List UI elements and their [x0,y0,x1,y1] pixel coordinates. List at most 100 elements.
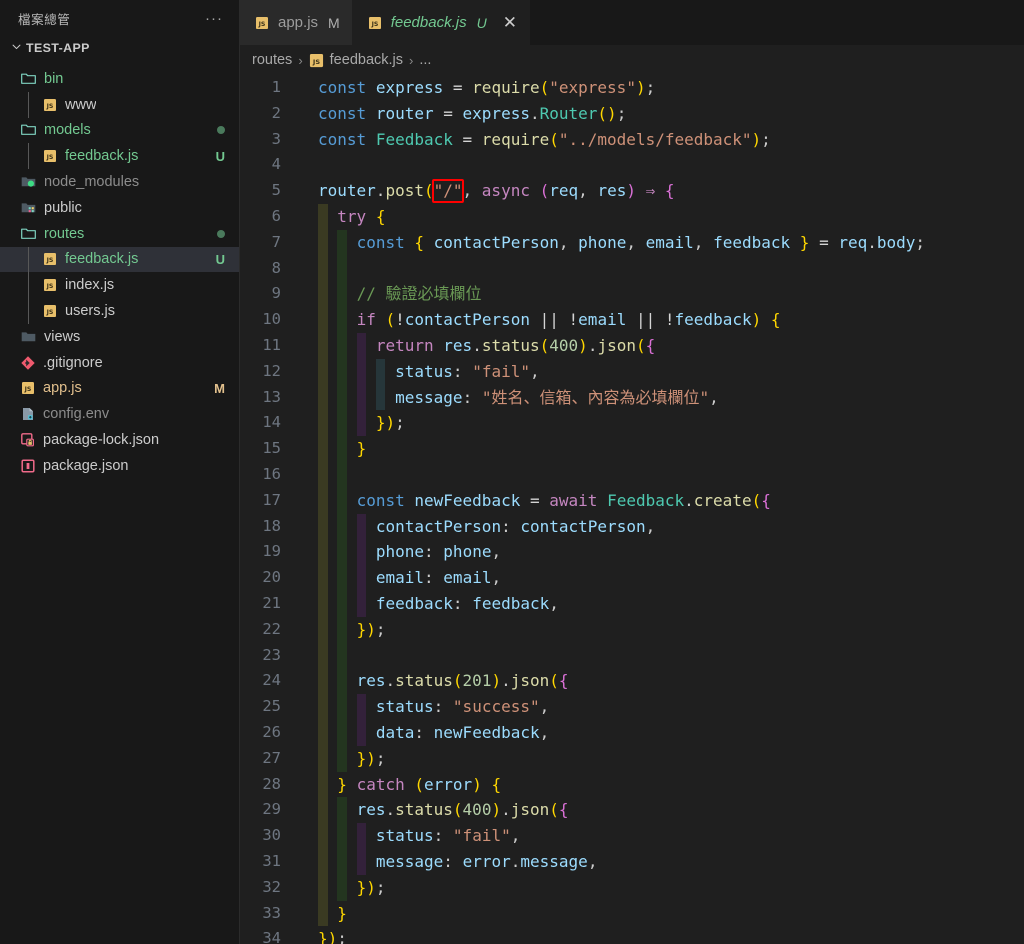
code-line[interactable]: 14 }); [240,410,1024,437]
tree-item-feedback-js[interactable]: JS feedback.js U [0,246,239,273]
breadcrumb-file[interactable]: feedback.js [330,52,403,68]
code-lines: 1 const express = require("express"); 2 con… [240,75,1024,944]
code-line[interactable]: 6 try { [240,203,1024,230]
code-line[interactable]: 19 phone: phone, [240,539,1024,566]
tree-item-node-modules[interactable]: node_modules [0,169,239,195]
chevron-down-icon[interactable] [8,41,24,55]
tree-item-label: views [44,328,81,345]
editor-tab-feedback-js[interactable]: JS feedback.js U ✕ [352,0,530,45]
code-line[interactable]: 20 email: email, [240,565,1024,591]
breadcrumb-tail[interactable]: ... [419,52,431,68]
tree-item-users-js[interactable]: JS users.js [0,298,239,324]
code-editor[interactable]: 1 const express = require("express"); 2 con… [240,75,1024,944]
editor-tab-bar: JS app.js M JS feedback.js U ✕ [240,0,1024,45]
line-content: } [302,900,1024,927]
code-line[interactable]: 7 const { contactPerson, phone, email, f… [240,229,1024,256]
code-line[interactable]: 1 const express = require("express"); [240,75,1024,101]
line-content: }); [302,410,1024,437]
tree-item-bin[interactable]: bin [0,66,239,92]
line-number: 2 [271,103,281,122]
tree-item-package-json[interactable]: package.json [0,453,239,479]
line-number: 9 [271,284,281,303]
code-line[interactable]: 29 res.status(400).json({ [240,797,1024,824]
tree-item-feedback-js[interactable]: JS feedback.js U [0,143,239,170]
code-line[interactable]: 26 data: newFeedback, [240,719,1024,746]
code-line[interactable]: 11 return res.status(400).json({ [240,332,1024,359]
code-line[interactable]: 31 message: error.message, [240,848,1024,875]
line-number: 6 [271,206,281,225]
tree-item-views[interactable]: views [0,324,239,350]
line-number: 15 [262,439,281,458]
tab-label: feedback.js [390,14,467,31]
git-icon [20,355,36,371]
js-icon: JS [367,15,383,31]
breadcrumb: routes › JS feedback.js › ... [240,45,1024,75]
explorer-more-actions-icon[interactable]: ··· [197,10,231,27]
code-line[interactable]: 34}); [240,926,1024,944]
code-line[interactable]: 33 } [240,900,1024,927]
editor-tab-app-js[interactable]: JS app.js M [240,0,353,45]
line-content: }); [302,745,1024,772]
line-number: 17 [262,490,281,509]
env-icon [20,406,36,422]
code-line[interactable]: 30 status: "fail", [240,823,1024,849]
tree-item-models[interactable]: models [0,118,239,144]
folder-open-icon [20,226,37,242]
explorer-sidebar: 檔案總管 ··· TEST-APP bin JS www models JS feedba… [0,0,240,944]
line-number: 24 [262,671,281,690]
tree-item-www[interactable]: JS www [0,91,239,118]
code-line[interactable]: 23 [240,642,1024,669]
js-icon: JS [42,251,58,267]
code-line[interactable]: 24 res.status(201).json({ [240,668,1024,695]
tree-item-index-js[interactable]: JS index.js [0,272,239,299]
code-line[interactable]: 17 const newFeedback = await Feedback.cr… [240,487,1024,514]
code-line[interactable]: 16 [240,461,1024,488]
code-line[interactable]: 15 } [240,436,1024,462]
tree-item-label: www [65,96,97,113]
tree-item--gitignore[interactable]: .gitignore [0,350,239,376]
vscode-window: 檔案總管 ··· TEST-APP bin JS www models JS feedba… [0,0,1024,944]
code-line[interactable]: 9 // 驗證必填欄位 [240,281,1024,308]
tree-item-routes[interactable]: routes [0,221,239,247]
line-content: const Feedback = require("../models/feed… [318,129,771,149]
js-icon: JS [20,380,36,396]
code-line[interactable]: 8 [240,255,1024,282]
line-number: 31 [262,851,281,870]
js-icon: JS [42,277,58,293]
code-line[interactable]: 28 } catch (error) { [240,771,1024,798]
code-line[interactable]: 18 contactPerson: contactPerson, [240,513,1024,540]
js-icon: JS [309,53,324,68]
editor-area: JS app.js M JS feedback.js U ✕ routes › JS fee… [240,0,1024,944]
breadcrumb-folder[interactable]: routes [252,52,292,68]
code-line[interactable]: 25 status: "success", [240,694,1024,720]
line-content: return res.status(400).json({ [302,332,1024,359]
file-tree: bin JS www models JS feedback.js Unode_modules… [0,60,239,479]
code-line[interactable]: 12 status: "fail", [240,358,1024,385]
folder-public-icon [20,200,37,216]
code-line[interactable]: 3 const Feedback = require("../models/fee… [240,127,1024,153]
code-line[interactable]: 10 if (!contactPerson || !email || !feed… [240,307,1024,333]
code-line[interactable]: 13 message: "姓名、信箱、內容為必填欄位", [240,384,1024,411]
folder-plain-icon [20,329,37,345]
folder-change-dot-icon [217,229,225,238]
tree-item-package-lock-json[interactable]: package-lock.json [0,427,239,453]
code-line[interactable]: 4 [240,152,1024,178]
code-line[interactable]: 5 router.post("/", async (req, res) ⇒ { [240,178,1024,204]
close-icon[interactable]: ✕ [503,14,517,31]
code-line[interactable]: 21 feedback: feedback, [240,590,1024,617]
workspace-root-label: TEST-APP [26,41,90,55]
code-line[interactable]: 32 }); [240,874,1024,901]
line-number: 19 [262,542,281,561]
code-line[interactable]: 2 const router = express.Router(); [240,101,1024,127]
tree-item-public[interactable]: public [0,195,239,221]
tree-item-config-env[interactable]: config.env [0,401,239,427]
git-status-badge: M [214,380,225,396]
indent-guide [337,461,347,488]
line-number: 27 [262,748,281,767]
code-line[interactable]: 27 }); [240,745,1024,772]
code-line[interactable]: 22 }); [240,616,1024,643]
line-content: const newFeedback = await Feedback.creat… [302,487,1024,514]
tree-item-app-js[interactable]: JS app.js M [0,376,239,402]
svg-text:JS: JS [370,21,378,28]
workspace-root-row[interactable]: TEST-APP [0,36,239,60]
